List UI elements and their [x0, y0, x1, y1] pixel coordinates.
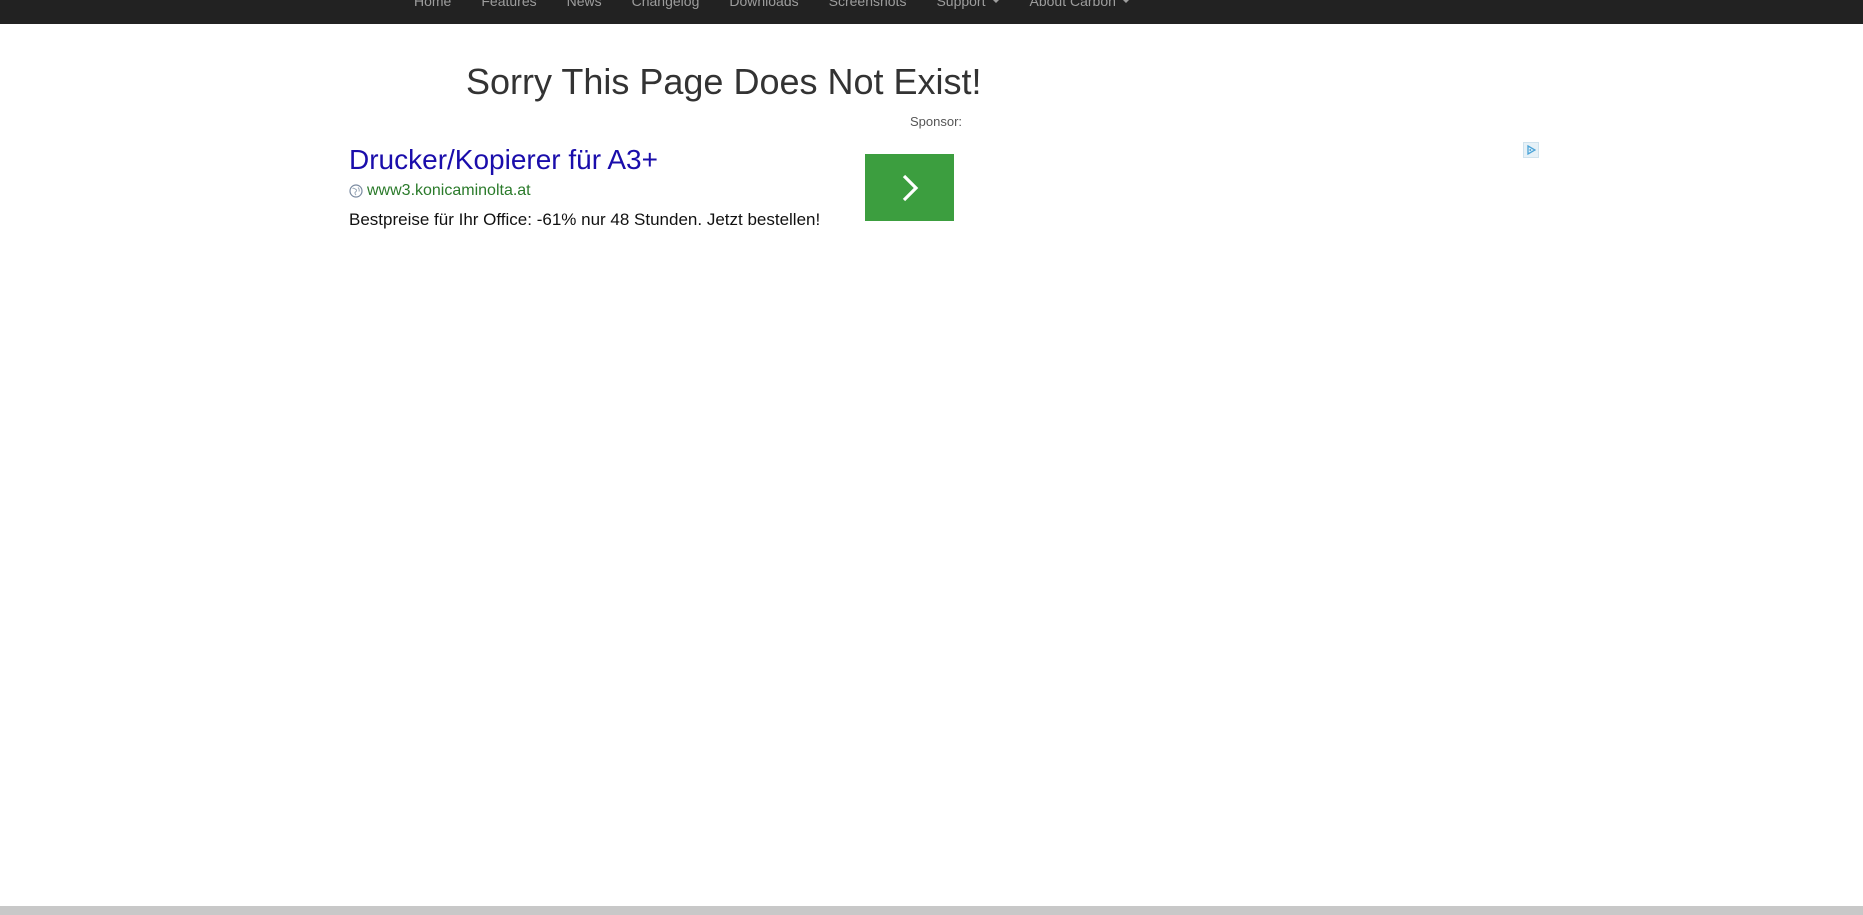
- page-title: Sorry This Page Does Not Exist!: [466, 61, 982, 102]
- nav-item-label: About Carbon: [1029, 0, 1116, 9]
- ad-description: Bestpreise für Ihr Office: -61% nur 48 S…: [349, 210, 821, 229]
- sponsored-ad: Drucker/Kopierer für A3+ www3.konicamino…: [349, 140, 954, 240]
- page: Home Features News Changelog Downloads S…: [0, 0, 1863, 915]
- footer-bar: [0, 906, 1863, 915]
- nav-item-support[interactable]: Support: [921, 0, 1014, 11]
- nav-item-news[interactable]: News: [552, 0, 617, 11]
- caret-down-icon: [991, 0, 1000, 3]
- nav-menu: Home Features News Changelog Downloads S…: [399, 0, 1145, 11]
- globe-icon: [349, 184, 363, 198]
- nav-item-label: Downloads: [729, 0, 799, 9]
- nav-item-changelog[interactable]: Changelog: [617, 0, 715, 11]
- play-triangle-icon: [1527, 145, 1536, 155]
- ad-title-link[interactable]: Drucker/Kopierer für A3+: [349, 140, 658, 180]
- nav-item-label: Features: [481, 0, 537, 9]
- top-navbar: Home Features News Changelog Downloads S…: [0, 0, 1863, 24]
- nav-item-downloads[interactable]: Downloads: [714, 0, 813, 11]
- ad-go-button[interactable]: [865, 154, 954, 221]
- nav-item-label: Support: [936, 0, 986, 9]
- nav-item-label: Home: [414, 0, 452, 9]
- caret-down-icon: [1121, 0, 1130, 3]
- nav-item-home[interactable]: Home: [399, 0, 466, 11]
- adchoices-icon[interactable]: [1523, 142, 1539, 158]
- chevron-right-icon: [902, 174, 918, 201]
- nav-item-about-carbon[interactable]: About Carbon: [1015, 0, 1145, 11]
- nav-item-label: News: [566, 0, 602, 9]
- nav-item-label: Changelog: [631, 0, 700, 9]
- nav-item-screenshots[interactable]: Screenshots: [814, 0, 922, 11]
- nav-item-label: Screenshots: [828, 0, 907, 9]
- nav-item-features[interactable]: Features: [466, 0, 551, 11]
- sponsor-label: Sponsor:: [910, 114, 963, 129]
- ad-url-row: www3.konicaminolta.at: [349, 182, 531, 200]
- ad-url-link[interactable]: www3.konicaminolta.at: [367, 182, 531, 200]
